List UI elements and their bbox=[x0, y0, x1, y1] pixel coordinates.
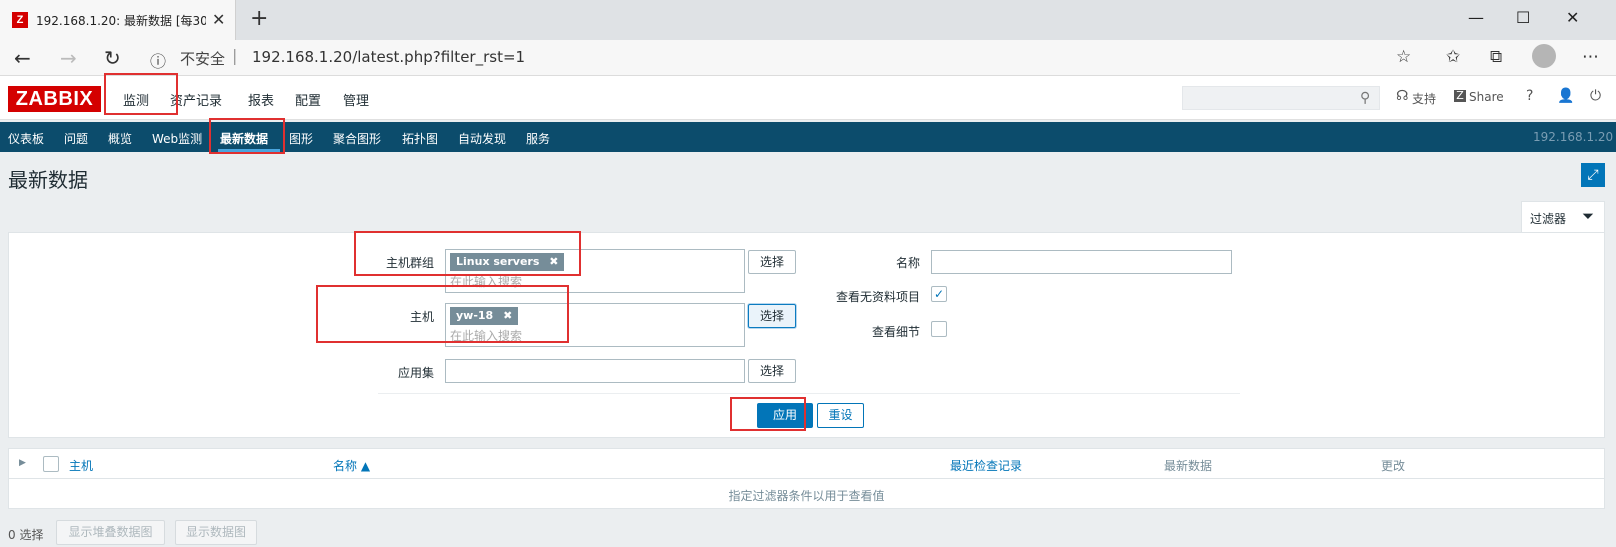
filter-tab[interactable]: 过滤器 ⏷ bbox=[1521, 201, 1605, 232]
tab-problems[interactable]: 问题 bbox=[64, 130, 88, 147]
info-icon[interactable]: ⓘ bbox=[150, 48, 166, 72]
show-details-checkbox[interactable] bbox=[931, 321, 947, 337]
search-icon[interactable]: ⚲ bbox=[1360, 90, 1370, 106]
more-menu-icon[interactable]: ⋯ bbox=[1582, 47, 1599, 67]
collections-icon[interactable]: ⧉ bbox=[1490, 47, 1502, 67]
column-change: 更改 bbox=[1381, 459, 1406, 473]
highlight-apply bbox=[730, 397, 806, 431]
highlight-monitoring bbox=[104, 73, 178, 115]
name-label: 名称 bbox=[895, 256, 920, 270]
new-tab-icon[interactable]: + bbox=[250, 6, 268, 31]
expand-all-icon[interactable]: ▶ bbox=[19, 458, 26, 468]
support-link[interactable]: 支持 bbox=[1412, 90, 1436, 107]
address-bar: ← → ↻ ⓘ 不安全 | 192.168.1.20/latest.php?fi… bbox=[0, 40, 1616, 76]
menu-reports[interactable]: 报表 bbox=[248, 90, 274, 109]
help-icon[interactable]: ? bbox=[1526, 88, 1533, 104]
empty-table-message: 指定过滤器条件以用于查看值 bbox=[728, 489, 885, 503]
browser-tab[interactable]: Z 192.168.1.20: 最新数据 [每30秒刷 ✕ bbox=[0, 0, 236, 40]
latest-data-table: ▶ 主机 名称 ▲ 最近检查记录 最新数据 更改 指定过滤器条件以用于查看值 bbox=[8, 448, 1605, 509]
favorites-list-icon[interactable]: ✩ bbox=[1446, 47, 1460, 67]
highlight-host bbox=[316, 285, 569, 343]
show-graph-button[interactable]: 显示数据图 bbox=[175, 520, 257, 545]
show-items-without-data-checkbox[interactable]: ✓ bbox=[931, 286, 947, 302]
browser-tab-bar: Z 192.168.1.20: 最新数据 [每30秒刷 ✕ + — ☐ ✕ bbox=[0, 0, 1616, 40]
zabbix-logo[interactable]: ZABBIX bbox=[8, 86, 101, 112]
filter-icon: ⏷ bbox=[1582, 207, 1595, 225]
show-items-without-data-label: 查看无资料项目 bbox=[835, 290, 920, 304]
tab-graphs[interactable]: 图形 bbox=[289, 130, 313, 147]
show-details-label: 查看细节 bbox=[871, 325, 920, 339]
tab-discovery[interactable]: 自动发现 bbox=[458, 130, 506, 147]
application-input[interactable] bbox=[445, 359, 745, 383]
support-icon[interactable]: ☊ bbox=[1396, 88, 1408, 104]
application-select-button[interactable]: 选择 bbox=[748, 359, 796, 383]
tab-maps[interactable]: 拓扑图 bbox=[402, 130, 438, 147]
maximize-icon[interactable]: ☐ bbox=[1516, 8, 1530, 27]
reset-button[interactable]: 重设 bbox=[817, 403, 864, 428]
tab-web-monitoring[interactable]: Web监测 bbox=[152, 130, 202, 147]
column-last-check[interactable]: 最近检查记录 bbox=[950, 457, 1022, 474]
page-title: 最新数据 bbox=[8, 168, 88, 192]
highlight-host-group bbox=[354, 231, 581, 276]
share-icon[interactable]: Z bbox=[1454, 90, 1466, 102]
host-select-button[interactable]: 选择 bbox=[748, 304, 796, 328]
close-tab-icon[interactable]: ✕ bbox=[212, 10, 225, 29]
url-input[interactable]: 192.168.1.20/latest.php?filter_rst=1 bbox=[252, 48, 525, 66]
select-all-checkbox[interactable] bbox=[43, 456, 59, 472]
minimize-icon[interactable]: — bbox=[1468, 8, 1484, 27]
url-separator: | bbox=[232, 46, 238, 65]
menu-administration[interactable]: 管理 bbox=[343, 90, 369, 109]
name-input[interactable] bbox=[931, 250, 1232, 274]
zabbix-favicon-icon: Z bbox=[12, 12, 28, 28]
menu-configuration[interactable]: 配置 bbox=[295, 90, 321, 109]
tab-overview[interactable]: 概览 bbox=[108, 130, 132, 147]
zabbix-header: ZABBIX 监测 资产记录 报表 配置 管理 ⚲ ☊ 支持 Z Share ?… bbox=[0, 76, 1616, 120]
user-profile-icon[interactable]: 👤 bbox=[1557, 88, 1574, 104]
tab-dashboard[interactable]: 仪表板 bbox=[8, 130, 44, 147]
column-host[interactable]: 主机 bbox=[69, 457, 93, 474]
favorite-star-icon[interactable]: ☆ bbox=[1396, 47, 1411, 67]
refresh-icon[interactable]: ↻ bbox=[104, 46, 121, 70]
avatar[interactable] bbox=[1532, 44, 1556, 68]
tab-title: 192.168.1.20: 最新数据 [每30秒刷 bbox=[36, 14, 206, 28]
column-last-value: 最新数据 bbox=[1164, 459, 1213, 473]
table-header: ▶ 主机 名称 ▲ 最近检查记录 最新数据 更改 bbox=[9, 449, 1604, 479]
column-name[interactable]: 名称 ▲ bbox=[333, 457, 370, 474]
selected-count: 0 选择 bbox=[8, 528, 44, 542]
security-label[interactable]: 不安全 bbox=[180, 48, 225, 69]
tab-services[interactable]: 服务 bbox=[526, 130, 550, 147]
show-stacked-graph-button[interactable]: 显示堆叠数据图 bbox=[56, 520, 165, 545]
highlight-latest-data bbox=[209, 118, 285, 154]
application-label: 应用集 bbox=[397, 366, 434, 380]
sign-out-icon[interactable]: ⏻ bbox=[1590, 88, 1601, 104]
tab-screens[interactable]: 聚合图形 bbox=[333, 130, 381, 147]
share-link[interactable]: Share bbox=[1469, 90, 1504, 104]
fullscreen-icon[interactable]: ⤢ bbox=[1581, 163, 1605, 187]
host-group-select-button[interactable]: 选择 bbox=[748, 250, 796, 274]
filter-divider bbox=[378, 393, 1240, 394]
forward-icon[interactable]: → bbox=[60, 46, 77, 70]
search-input[interactable] bbox=[1182, 86, 1380, 110]
filter-tab-label: 过滤器 bbox=[1530, 212, 1567, 226]
server-name: 192.168.1.20 bbox=[1533, 130, 1614, 144]
window-close-icon[interactable]: ✕ bbox=[1566, 8, 1579, 27]
back-icon[interactable]: ← bbox=[14, 46, 31, 70]
